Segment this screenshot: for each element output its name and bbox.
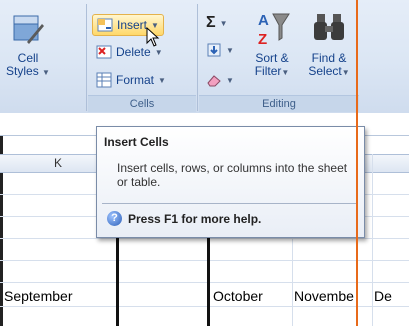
- selected-column-border-left: [116, 236, 119, 326]
- dropdown-arrow-icon: ▼: [226, 45, 234, 55]
- format-cells-icon: [96, 72, 112, 88]
- selected-column-border-right: [207, 236, 210, 326]
- fill-button[interactable]: ▼: [206, 42, 234, 58]
- find-select-button[interactable]: Find & Select▼: [302, 8, 356, 79]
- dropdown-arrow-icon: ▼: [281, 68, 290, 77]
- row-line: [0, 306, 409, 307]
- sigma-icon: Σ: [206, 14, 216, 31]
- cell-december[interactable]: De: [374, 288, 392, 304]
- tooltip-title: Insert Cells: [104, 135, 169, 149]
- cell-october[interactable]: October: [213, 288, 263, 304]
- group-separator: [197, 4, 198, 111]
- dropdown-arrow-icon: ▼: [154, 47, 163, 57]
- eraser-icon: [206, 72, 222, 88]
- group-separator: [86, 4, 87, 111]
- dropdown-arrow-icon: ▼: [226, 75, 234, 85]
- cell-styles-icon: [13, 15, 44, 44]
- binoculars-icon: [314, 14, 344, 40]
- delete-cells-icon: [96, 44, 112, 60]
- sort-label-line2: Filter▼: [254, 64, 290, 78]
- tooltip-divider: [102, 203, 358, 204]
- sort-filter-button[interactable]: A Z Sort & Filter▼: [244, 8, 300, 79]
- format-label: Format: [116, 73, 155, 87]
- ribbon: Cell Styles ▼ Insert ▼ Delete ▼ Format ▼…: [0, 0, 409, 114]
- row-line: [0, 238, 409, 239]
- row-line: [0, 282, 409, 283]
- svg-text:A: A: [258, 12, 269, 29]
- fill-down-icon: [206, 42, 222, 58]
- help-icon: ?: [107, 211, 122, 226]
- insert-label: Insert: [117, 18, 148, 32]
- editing-group-label: Editing: [199, 95, 359, 112]
- tooltip-description: Insert cells, rows, or columns into the …: [117, 161, 348, 189]
- dropdown-arrow-icon: ▼: [42, 68, 50, 77]
- format-button[interactable]: Format ▼: [96, 72, 166, 88]
- clear-button[interactable]: ▼: [206, 72, 234, 88]
- dropdown-arrow-icon: ▼: [341, 68, 350, 77]
- insert-cells-tooltip: Insert Cells Insert cells, rows, or colu…: [96, 126, 365, 238]
- cell-styles-button[interactable]: Cell Styles ▼: [4, 12, 52, 79]
- orange-guide-line: [356, 0, 358, 326]
- tooltip-help-row: ? Press F1 for more help.: [107, 211, 261, 226]
- dropdown-arrow-icon: ▼: [219, 18, 228, 28]
- delete-button[interactable]: Delete ▼: [96, 44, 163, 60]
- find-label-line2: Select▼: [308, 64, 350, 78]
- insert-cells-icon: [97, 17, 113, 33]
- delete-label: Delete: [116, 45, 151, 59]
- cell-november[interactable]: Novembe: [294, 288, 354, 304]
- cell-styles-label-line2: Styles ▼: [6, 64, 50, 78]
- autosum-button[interactable]: Σ ▼: [206, 14, 228, 32]
- column-line: [372, 154, 373, 326]
- row-line: [0, 260, 409, 261]
- dropdown-arrow-icon: ▼: [158, 75, 166, 85]
- cells-group-label: Cells: [88, 95, 196, 112]
- cell-september[interactable]: September: [4, 288, 72, 304]
- sort-filter-icon: A Z: [258, 12, 290, 48]
- svg-text:Z: Z: [258, 31, 267, 48]
- tooltip-help-text: Press F1 for more help.: [128, 211, 262, 226]
